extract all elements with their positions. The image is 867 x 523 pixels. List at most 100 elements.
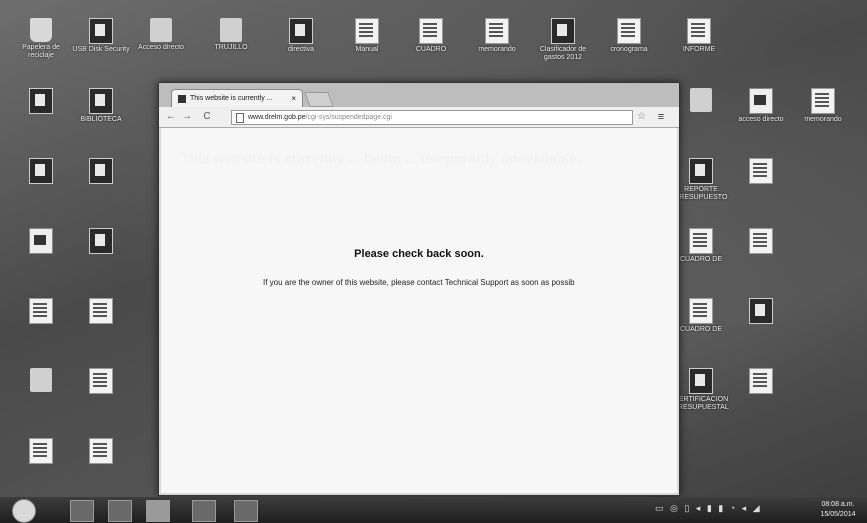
doc-icon xyxy=(355,18,379,44)
desktop-icon[interactable] xyxy=(70,158,132,186)
folder-icon xyxy=(30,368,52,392)
desktop-icon[interactable] xyxy=(70,368,132,396)
desktop-icon-label: cronograma xyxy=(610,46,648,53)
desktop-icon-label: CUADRO xyxy=(415,46,447,53)
desktop-icon-label: acceso directo xyxy=(738,116,784,123)
tab-strip: This website is currently ... × xyxy=(159,83,679,108)
pdf-icon xyxy=(29,228,53,254)
back-arrow-icon[interactable]: ← xyxy=(165,110,177,124)
desktop-icon[interactable]: TRUJILLO xyxy=(200,18,262,52)
browser-menu-icon[interactable]: ≡ xyxy=(655,110,667,124)
desktop-icon[interactable] xyxy=(70,438,132,466)
taskbar-pdf-button[interactable] xyxy=(234,500,258,522)
desktop-icon-label: TRUJILLO xyxy=(214,44,248,51)
desktop-icon[interactable] xyxy=(10,158,72,186)
dark-icon xyxy=(689,158,713,184)
desktop-icon-label: INFORME xyxy=(682,46,716,53)
doc-icon xyxy=(89,298,113,324)
pdf-icon xyxy=(749,88,773,114)
dark-icon xyxy=(89,18,113,44)
doc-icon xyxy=(89,438,113,464)
taskbar-explorer-button[interactable] xyxy=(70,500,94,522)
desktop-icon[interactable]: acceso directo xyxy=(730,88,792,124)
desktop-icon[interactable]: INFORME xyxy=(668,18,730,54)
page-content: This website is currently ... being ... … xyxy=(161,128,677,493)
dark-icon xyxy=(89,88,113,114)
desktop-icon-label: memorando xyxy=(478,46,516,53)
dark-icon xyxy=(689,368,713,394)
desktop-icon[interactable]: Acceso directo xyxy=(130,18,192,52)
owner-message: If you are the owner of this website, pl… xyxy=(263,278,575,287)
taskbar: ▭ ◎ ▯ ◂ ▮ ▮ ◔ ◂ ◢ 08:08 a.m. 15/05/2014 xyxy=(0,497,867,523)
doc-icon xyxy=(689,298,713,324)
desktop-icon[interactable]: CUADRO xyxy=(400,18,462,54)
dark-icon xyxy=(29,158,53,184)
desktop-icon[interactable]: memorando xyxy=(792,88,854,124)
page-info-icon[interactable] xyxy=(236,113,244,123)
dark-icon xyxy=(289,18,313,44)
system-tray[interactable]: ▭ ◎ ▯ ◂ ▮ ▮ ◔ ◂ ◢ xyxy=(655,503,762,514)
desktop-icon[interactable]: Manual xyxy=(336,18,398,54)
desktop-icon-label: Acceso directo xyxy=(138,44,184,51)
tab-close-icon[interactable]: × xyxy=(291,90,296,108)
folder-icon xyxy=(220,18,242,42)
desktop-icon[interactable] xyxy=(730,158,792,186)
desktop-icon[interactable]: Papelera de reciclaje xyxy=(10,18,72,60)
desktop-icon[interactable]: cronograma xyxy=(598,18,660,54)
taskbar-chrome-button[interactable] xyxy=(146,500,170,522)
forward-arrow-icon[interactable]: → xyxy=(181,110,193,124)
doc-icon xyxy=(29,298,53,324)
desktop-icon[interactable] xyxy=(10,228,72,256)
folder-icon xyxy=(150,18,172,42)
desktop-icon-label: Papelera de reciclaje xyxy=(22,44,60,59)
dark-icon xyxy=(551,18,575,44)
doc-icon xyxy=(811,88,835,114)
taskbar-clock[interactable]: 08:08 a.m. 15/05/2014 xyxy=(812,500,864,520)
desktop-icon[interactable] xyxy=(10,88,72,116)
desktop-icon[interactable] xyxy=(70,228,132,256)
desktop-icon[interactable]: Clasificador de gastos 2012 xyxy=(532,18,594,62)
desktop-icon[interactable] xyxy=(730,228,792,256)
doc-icon xyxy=(89,368,113,394)
browser-window[interactable]: This website is currently ... × ← → C ww… xyxy=(158,82,680,496)
desktop-icon[interactable]: USB Disk Security xyxy=(70,18,132,54)
desktop-icon[interactable]: memorando xyxy=(466,18,528,54)
desktop-icon[interactable]: BIBLIOTECA xyxy=(70,88,132,124)
taskbar-media-button[interactable] xyxy=(108,500,132,522)
doc-icon xyxy=(749,368,773,394)
reload-icon[interactable]: C xyxy=(201,110,213,124)
check-back-heading: Please check back soon. xyxy=(354,248,484,260)
recycle-icon xyxy=(30,18,52,42)
desktop-icon-label: BIBLIOTECA xyxy=(80,116,122,123)
doc-icon xyxy=(29,438,53,464)
clock-time: 08:08 a.m. xyxy=(821,501,855,508)
doc-icon xyxy=(485,18,509,44)
clock-date: 15/05/2014 xyxy=(820,511,856,518)
new-tab-button[interactable] xyxy=(304,92,334,107)
dark-icon xyxy=(749,298,773,324)
desktop-icon[interactable] xyxy=(10,368,72,394)
dark-icon xyxy=(89,158,113,184)
desktop-icon[interactable] xyxy=(10,438,72,466)
dark-icon xyxy=(29,88,53,114)
desktop-icon[interactable] xyxy=(10,298,72,326)
suspended-header: This website is currently ... being ... … xyxy=(181,150,581,166)
desktop-icon[interactable] xyxy=(730,368,792,396)
browser-toolbar: ← → C www.drelm.gob.pe/cgi-sys/suspended… xyxy=(159,107,679,128)
browser-tab[interactable]: This website is currently ... × xyxy=(171,89,303,108)
desktop-icon[interactable] xyxy=(70,298,132,326)
desktop-icon-label: Clasificador de gastos 2012 xyxy=(539,46,587,61)
url-path: /cgi-sys/suspendedpage.cgi xyxy=(305,114,392,121)
desktop-icon[interactable]: directiva xyxy=(270,18,332,54)
doc-icon xyxy=(749,158,773,184)
taskbar-ie-button[interactable] xyxy=(192,500,216,522)
bookmark-star-icon[interactable]: ☆ xyxy=(637,110,646,124)
doc-icon xyxy=(687,18,711,44)
tab-title: This website is currently ... xyxy=(190,95,273,102)
start-button[interactable] xyxy=(12,499,36,523)
desktop-icon[interactable] xyxy=(730,298,792,326)
address-bar[interactable]: www.drelm.gob.pe/cgi-sys/suspendedpage.c… xyxy=(231,110,633,125)
doc-icon xyxy=(419,18,443,44)
desktop-icon-label: Manual xyxy=(355,46,379,53)
desktop-icon-label: directiva xyxy=(287,46,315,53)
